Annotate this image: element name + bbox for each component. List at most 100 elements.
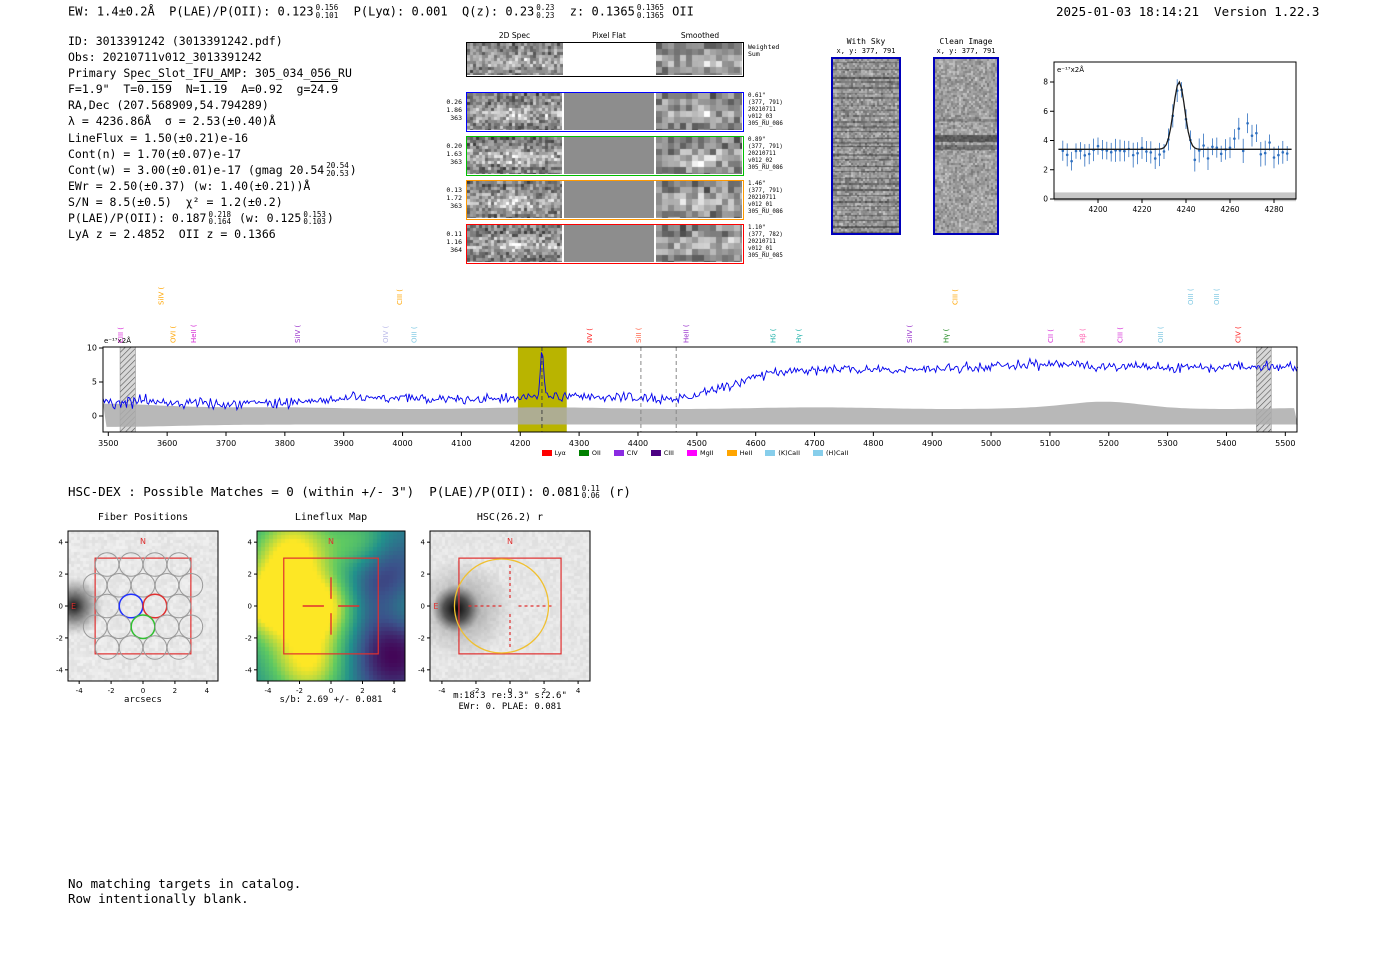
x-tick-label: 3600	[157, 439, 177, 448]
spec2d-smoothed-image	[656, 137, 742, 174]
spec2d-2d-image	[467, 137, 562, 174]
info-line: LyA z = 2.4852 OII z = 0.1366	[68, 226, 357, 242]
x-tick-label: 3900	[334, 439, 354, 448]
fiber-circle	[142, 552, 168, 577]
info-line: LineFlux = 1.50(±0.21)e-16	[68, 130, 357, 146]
x-tick-label: 4600	[745, 439, 765, 448]
x-tick-label: 3700	[216, 439, 236, 448]
text-segment: Primary Spec_Slot_IFU_AMP: 305_034_056_R…	[68, 66, 352, 81]
x-tick-label: 4220	[1132, 205, 1151, 214]
data-point	[1250, 134, 1254, 137]
weighted-sum-label: Weighted Sum	[748, 43, 780, 58]
emission-line-label: HeII (	[190, 324, 198, 343]
data-point	[1083, 154, 1087, 157]
fiber-circle	[130, 572, 156, 598]
legend-item: HeII	[726, 449, 752, 457]
emission-line-label: CIII (	[117, 327, 125, 343]
lineflux-caption: s/b: 2.69 +/- 0.081	[279, 695, 383, 705]
emission-line-label: CII (	[1047, 329, 1055, 343]
x-tick-label: 4700	[804, 439, 824, 448]
data-point	[1215, 146, 1219, 149]
spectrum-line	[102, 352, 1299, 412]
spec2d-flat-image	[564, 181, 654, 218]
y-tick-label: -4	[56, 666, 64, 674]
y-tick-label: 2	[421, 571, 425, 579]
y-tick-label: 0	[248, 603, 252, 611]
spec2d-flat-image	[564, 93, 654, 130]
info-line: P(LAE)/P(OII): 0.187 0.218 0.164 (w: 0.125…	[68, 210, 357, 226]
full-spectrum-chart: 3500 3600 3700 3800 3900 4000 4100 4200 4300 4400…	[87, 287, 1299, 448]
spec2d-smoothed-image	[656, 225, 742, 262]
x-tick-label: 4300	[569, 439, 589, 448]
line-fit-chart: 4200 4220 4240 4260 4280 0 2 4 6 8 e⁻¹⁷x2Å	[1043, 61, 1297, 214]
emission-line-label: Hγ (	[943, 328, 951, 343]
info-line: ID: 3013391242 (3013391242.pdf)	[68, 33, 357, 49]
y-tick-label: 0	[421, 603, 425, 611]
hsc-image-cutout: -4 -4 -2 -2 0 0 2 2 4 4 N E	[402, 524, 622, 704]
data-point	[1246, 121, 1249, 125]
emission-line-label: SiIV (	[158, 287, 166, 305]
info-line: F=1.9" T=0.159 N=1.19 A=0.92 g=24.9	[68, 81, 357, 97]
spec2d-row-left-labels: 0.20 1.63 363	[446, 142, 462, 166]
data-point	[1131, 153, 1135, 157]
y-tick-label: 2	[59, 571, 63, 579]
data-point	[1153, 157, 1157, 160]
data-point	[1206, 157, 1210, 160]
data-point	[1233, 137, 1236, 140]
x-tick-label: 3800	[275, 439, 295, 448]
info-line: EWr = 2.50(±0.37) (w: 1.40(±0.21))Å	[68, 178, 357, 194]
fiber-circle	[166, 593, 192, 619]
text-segment: ID: 3013391242 (3013391242.pdf)	[68, 34, 283, 48]
fiber-circle	[166, 552, 192, 577]
data-point	[1109, 150, 1113, 154]
lineflux-map-title: Lineflux Map	[294, 512, 368, 523]
data-point	[1162, 150, 1166, 153]
data-point	[1193, 158, 1197, 162]
spec2d-row-left-labels: 0.26 1.86 363	[446, 98, 462, 122]
y-tick-label: 0	[92, 412, 97, 421]
legend-label: (H)CaII	[826, 449, 849, 457]
y-tick-label: -4	[418, 666, 426, 674]
text-segment: λ = 4236.86Å σ = 2.53(±0.40)Å	[68, 114, 276, 129]
text-segment: (w: 0.125	[232, 211, 302, 226]
fiber-circle	[166, 635, 192, 660]
hsc-caption-1: m:18.3 re:3.3" s:2.6"	[453, 691, 567, 701]
emission-line-label: HeII (	[683, 324, 691, 343]
spec2d-row	[466, 180, 744, 220]
data-point	[1145, 150, 1148, 153]
emission-line-label: SiII (	[635, 327, 643, 343]
x-tick-label: 4280	[1264, 205, 1283, 214]
x-tick-label: 4800	[863, 439, 883, 448]
emission-line-label: SiIV (	[906, 325, 914, 343]
y-tick-label: 4	[1043, 136, 1048, 145]
data-point	[1277, 153, 1280, 157]
data-point	[1123, 149, 1126, 153]
x-tick-label: 4500	[687, 439, 707, 448]
text-segment: 1.19	[199, 82, 228, 97]
emission-line-label: Hβ (	[1079, 328, 1087, 343]
col-header-pixelflat: Pixel Flat	[592, 31, 626, 40]
text-segment: LineFlux = 1.50(±0.21)e-16	[68, 130, 249, 145]
zoom-error-band	[1054, 192, 1296, 202]
fiber-circle	[94, 635, 120, 660]
fiber-circle	[142, 635, 168, 660]
emission-line-label: OIII (	[1213, 288, 1221, 305]
data-point	[1255, 131, 1258, 135]
spec2d-row-left-labels: 0.13 1.72 363	[446, 186, 462, 210]
legend-label: Lyα	[554, 449, 566, 457]
stacked-value: 0.153 0.103	[303, 209, 326, 227]
fiber-circle	[118, 635, 144, 660]
text-segment: (r)	[600, 484, 631, 499]
weighted-smoothed-image	[656, 43, 742, 75]
text-segment: P(Lyα): 0.001 Q(z): 0.23	[339, 4, 535, 19]
data-point	[1241, 149, 1245, 153]
emission-line-label: CIV (	[1235, 326, 1243, 343]
emission-line-label: Hγ (	[795, 328, 803, 343]
data-point	[1219, 152, 1223, 156]
x-tick-label: 3500	[98, 439, 118, 448]
spec2d-flat-image	[564, 137, 654, 174]
zoom-units-label: e⁻¹⁷x2Å	[1057, 65, 1084, 74]
x-tick-label: -2	[296, 687, 303, 695]
info-line: Cont(n) = 1.70(±0.07)e-17	[68, 146, 357, 162]
legend-item: CIII	[650, 449, 674, 457]
